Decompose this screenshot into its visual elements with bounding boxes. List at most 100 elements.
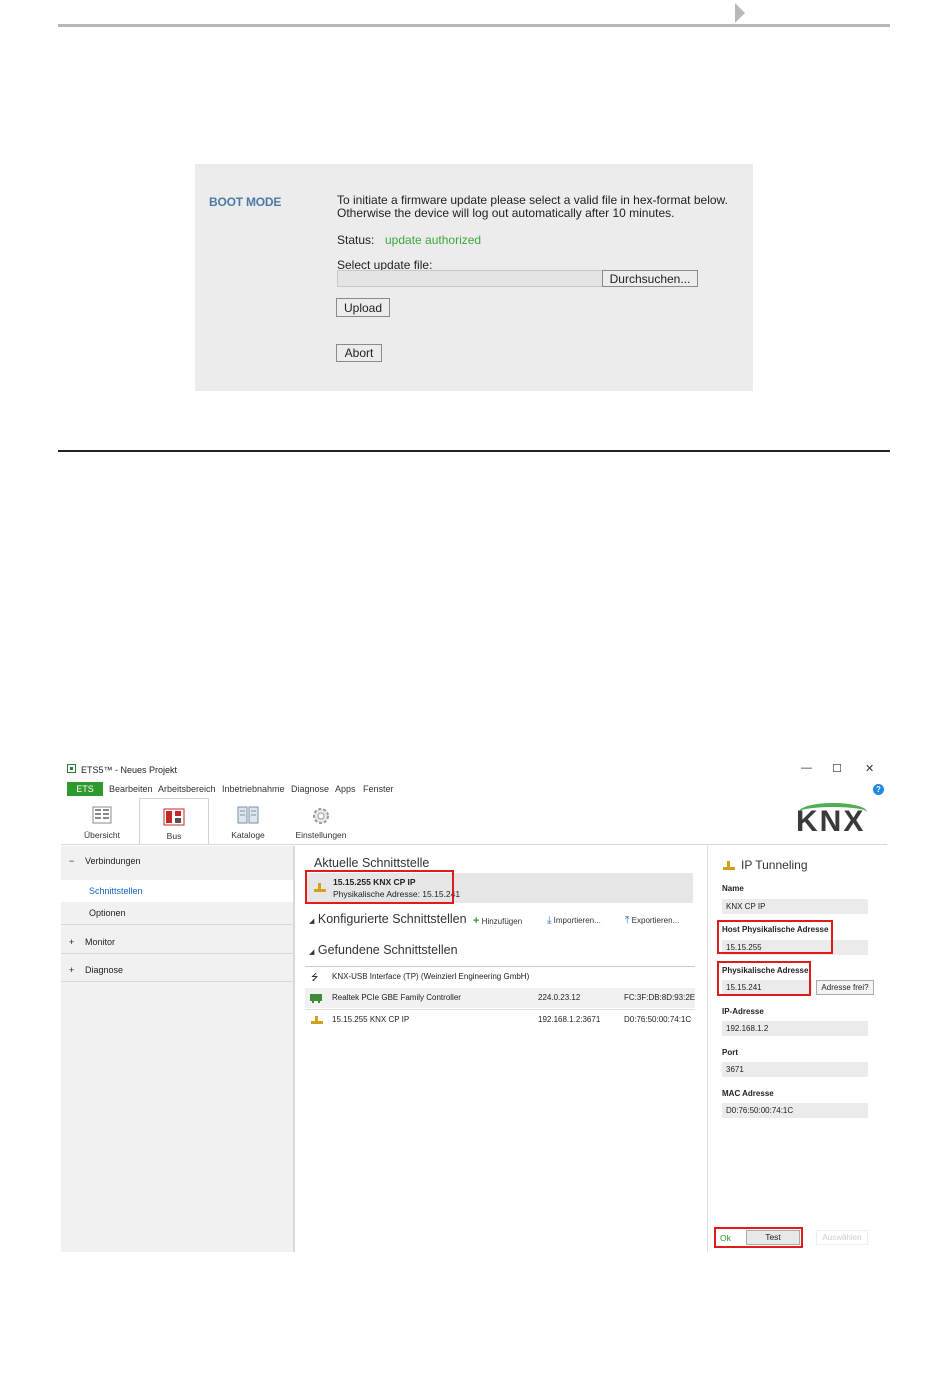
expand-icon: +	[69, 937, 75, 947]
status-label: Status:	[337, 233, 375, 247]
found-row-knx-ip[interactable]: 15.15.255 KNX CP IP 192.168.1.2:3671 D0:…	[305, 1009, 695, 1030]
maximize-button[interactable]: ☐	[832, 762, 842, 775]
menu-arbeitsbereich[interactable]: Arbeitsbereich	[158, 784, 216, 794]
mac-field[interactable]: D0:76:50:00:74:1C	[722, 1103, 868, 1118]
ip-field[interactable]: 192.168.1.2	[722, 1021, 868, 1036]
import-button[interactable]: ⤓ Importieren...	[547, 915, 601, 926]
found-ip: 224.0.23.12	[538, 993, 581, 1002]
found-row-usb[interactable]: ⭍ KNX-USB Interface (TP) (Weinzierl Engi…	[305, 967, 695, 987]
name-field[interactable]: KNX CP IP	[722, 899, 868, 914]
ribbon-tab-kataloge[interactable]: Kataloge	[213, 798, 283, 844]
ip-interface-icon	[311, 1016, 323, 1024]
nav-diagnose[interactable]: + Diagnose	[61, 959, 293, 982]
export-button[interactable]: ⤒ Exportieren...	[625, 915, 679, 926]
collapse-triangle-icon: ◢	[309, 949, 315, 956]
menu-apps[interactable]: Apps	[335, 784, 356, 794]
found-ip: 192.168.1.2:3671	[538, 1015, 601, 1024]
current-interface-title: Aktuelle Schnittstelle	[314, 856, 430, 870]
add-button[interactable]: + Hinzufügen	[473, 915, 522, 927]
boot-mode-panel: BOOT MODE To initiate a firmware update …	[195, 164, 753, 391]
close-button[interactable]: ✕	[865, 762, 874, 775]
nav-label: Verbindungen	[85, 856, 141, 866]
knx-logo: KNX	[796, 805, 866, 838]
header-arrow-icon	[735, 3, 745, 23]
nav-label: Monitor	[85, 937, 116, 947]
boot-message: To initiate a firmware update please sel…	[337, 194, 737, 220]
ribbon-tab-einstellungen[interactable]: Einstellungen	[286, 798, 356, 844]
nav-label: Optionen	[89, 908, 126, 918]
ribbon-label: Einstellungen	[295, 830, 347, 840]
abort-button[interactable]: Abort	[336, 344, 382, 362]
found-name: KNX-USB Interface (TP) (Weinzierl Engine…	[332, 972, 530, 981]
highlight-host-address	[717, 920, 833, 954]
found-mac: D0:76:50:00:74:1C	[624, 1015, 692, 1024]
catalog-icon	[237, 806, 259, 824]
found-name: 15.15.255 KNX CP IP	[332, 1015, 410, 1024]
export-label: Exportieren...	[631, 916, 680, 925]
select-button[interactable]: Auswählen	[816, 1230, 868, 1245]
expand-icon: +	[69, 965, 75, 975]
ribbon-label: Bus	[166, 831, 182, 841]
update-file-input[interactable]	[337, 270, 603, 287]
props-title: IP Tunneling	[741, 858, 808, 872]
nav-schnittstellen[interactable]: Schnittstellen	[61, 880, 293, 902]
export-icon: ⤒	[625, 915, 630, 926]
plus-icon: +	[473, 915, 480, 927]
ets-window: ETS5™ - Neues Projekt — ☐ ✕ ETS Bearbeit…	[61, 757, 888, 1252]
import-icon: ⤓	[547, 915, 552, 926]
mac-label: MAC Adresse	[722, 1089, 774, 1098]
window-title: ETS5™ - Neues Projekt	[81, 765, 178, 775]
configured-interfaces-label: Konfigurierte Schnittstellen	[317, 912, 467, 926]
highlight-current-interface	[305, 870, 454, 904]
nav-label: Schnittstellen	[89, 886, 143, 896]
import-label: Importieren...	[553, 916, 601, 925]
collapse-icon: −	[69, 856, 75, 866]
menu-fenster[interactable]: Fenster	[363, 784, 394, 794]
menu-bearbeiten[interactable]: Bearbeiten	[109, 784, 153, 794]
nav-optionen[interactable]: Optionen	[61, 902, 293, 925]
browse-button[interactable]: Durchsuchen...	[602, 270, 698, 287]
found-row-network[interactable]: Realtek PCIe GBE Family Controller 224.0…	[305, 988, 695, 1008]
boot-mode-title: BOOT MODE	[209, 195, 282, 209]
ribbon-label: Übersicht	[84, 830, 120, 840]
nav-panel: − Verbindungen Schnittstellen Optionen +…	[61, 846, 295, 1252]
upload-button[interactable]: Upload	[336, 298, 390, 317]
nav-verbindungen[interactable]: − Verbindungen	[61, 850, 293, 872]
status-value: update authorized	[385, 233, 482, 247]
overview-icon	[92, 806, 112, 824]
ribbon: Übersicht Bus Kataloge Einstellungen KNX	[61, 798, 887, 845]
usb-icon: ⭍	[311, 972, 319, 982]
menu-diagnose[interactable]: Diagnose	[291, 784, 329, 794]
highlight-phys-address	[717, 961, 811, 996]
ribbon-label: Kataloge	[231, 830, 265, 840]
address-free-button[interactable]: Adresse frei?	[816, 980, 874, 995]
network-card-icon	[310, 994, 322, 1003]
port-label: Port	[722, 1048, 738, 1057]
menu-inbetriebnahme[interactable]: Inbetriebnahme	[222, 784, 285, 794]
ribbon-tab-bus[interactable]: Bus	[139, 798, 209, 844]
ip-label: IP-Adresse	[722, 1007, 764, 1016]
minimize-button[interactable]: —	[801, 762, 812, 774]
highlight-ok-test	[714, 1227, 803, 1248]
found-interfaces-title: ◢ Gefundene Schnittstellen	[309, 943, 458, 957]
properties-panel: IP Tunneling Name KNX CP IP Host Physika…	[707, 846, 888, 1252]
ribbon-tab-uebersicht[interactable]: Übersicht	[67, 798, 137, 844]
found-interfaces-label: Gefundene Schnittstellen	[317, 943, 458, 957]
add-label: Hinzufügen	[481, 917, 523, 926]
help-icon[interactable]: ?	[873, 784, 884, 795]
collapse-triangle-icon: ◢	[309, 918, 315, 925]
ip-tunneling-icon	[723, 861, 735, 870]
ets-app-icon	[67, 764, 76, 773]
found-name: Realtek PCIe GBE Family Controller	[332, 993, 461, 1002]
header-rule	[58, 24, 890, 27]
bus-icon	[163, 808, 185, 826]
name-label: Name	[722, 884, 744, 893]
found-mac: FC:3F:DB:8D:93:2E	[624, 993, 696, 1002]
nav-monitor[interactable]: + Monitor	[61, 931, 293, 954]
boot-message-line2: Otherwise the device will log out automa…	[337, 206, 675, 220]
menu-ets[interactable]: ETS	[67, 782, 103, 796]
port-field[interactable]: 3671	[722, 1062, 868, 1077]
gear-icon	[313, 808, 329, 824]
section-rule	[58, 450, 890, 452]
configured-interfaces-title: ◢ Konfigurierte Schnittstellen	[309, 912, 467, 926]
